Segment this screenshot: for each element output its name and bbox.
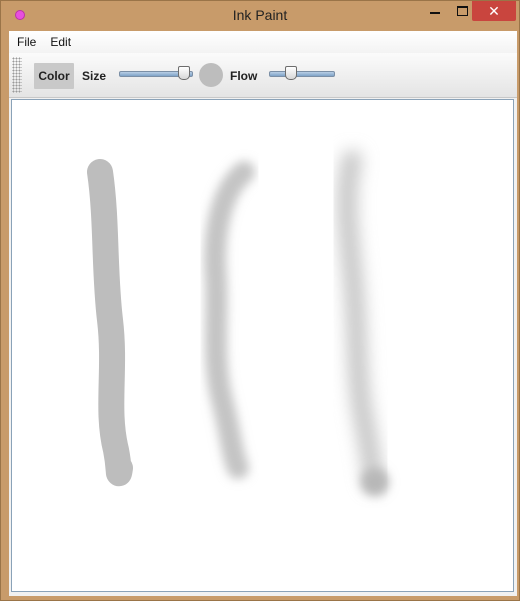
title-bar[interactable]: Ink Paint ✕ xyxy=(1,1,519,31)
ink-paint-window: Ink Paint ✕ File Edit Color Size Flow xyxy=(0,0,520,601)
client-area: File Edit Color Size Flow xyxy=(9,31,517,596)
canvas-drawing xyxy=(87,150,389,496)
brush-stroke-soft xyxy=(204,161,255,479)
close-icon: ✕ xyxy=(488,2,500,19)
brush-size-preview xyxy=(199,63,223,87)
flow-slider-thumb[interactable] xyxy=(285,66,297,80)
brush-stroke-hard xyxy=(87,159,133,487)
flow-slider-track[interactable] xyxy=(269,71,335,77)
size-label: Size xyxy=(82,69,107,83)
menu-edit[interactable]: Edit xyxy=(44,35,77,49)
brush-stroke-blurred xyxy=(337,150,384,490)
close-button[interactable]: ✕ xyxy=(472,1,516,21)
toolbar: Color Size Flow xyxy=(9,53,517,98)
size-slider-thumb[interactable] xyxy=(178,66,190,80)
flow-slider[interactable] xyxy=(269,66,335,82)
maximize-icon xyxy=(456,6,468,16)
minimize-button[interactable] xyxy=(421,1,449,21)
menu-file[interactable]: File xyxy=(11,35,42,49)
paint-canvas[interactable] xyxy=(11,99,514,592)
menu-bar: File Edit xyxy=(9,31,517,53)
color-button[interactable]: Color xyxy=(34,63,74,89)
brush-stroke-blurred-end xyxy=(361,468,389,496)
size-slider[interactable] xyxy=(119,66,193,82)
minimize-icon xyxy=(430,12,440,14)
toolbar-grip-icon[interactable] xyxy=(12,57,22,93)
flow-label: Flow xyxy=(230,69,258,83)
